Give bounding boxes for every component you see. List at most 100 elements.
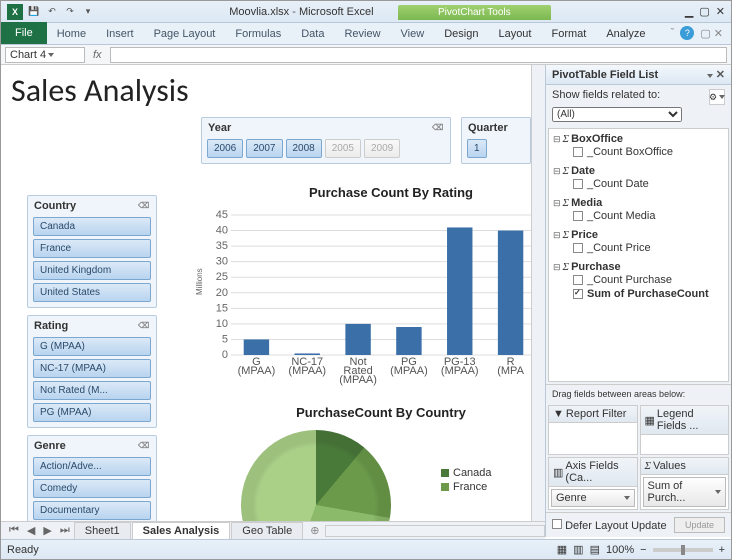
slicer-item[interactable]: 2005: [325, 139, 361, 158]
sheet-nav-next-icon[interactable]: ▶: [39, 524, 55, 537]
redo-icon[interactable]: ↷: [63, 5, 77, 19]
slicer-item[interactable]: G (MPAA): [33, 337, 151, 356]
field-checkbox[interactable]: [573, 243, 583, 253]
zone-values[interactable]: ΣValues Sum of Purch...: [640, 457, 730, 510]
zone-legend-fields[interactable]: ▦Legend Fields ...: [640, 405, 730, 455]
slicer-item[interactable]: 1: [467, 139, 487, 158]
clear-filter-icon[interactable]: ⌫: [432, 123, 444, 133]
zone-report-filter[interactable]: ▼Report Filter: [548, 405, 638, 455]
tab-insert[interactable]: Insert: [96, 24, 144, 44]
pane-close-icon[interactable]: ✕: [716, 69, 725, 81]
save-icon[interactable]: 💾: [27, 5, 41, 19]
name-box[interactable]: Chart 4: [5, 47, 85, 63]
field-group[interactable]: Σ Price: [553, 229, 724, 241]
values-field-item[interactable]: Sum of Purch...: [643, 477, 727, 507]
tab-home[interactable]: Home: [47, 24, 96, 44]
sheet-tab-sales-analysis[interactable]: Sales Analysis: [132, 522, 231, 539]
sheet-tab-sheet1[interactable]: Sheet1: [74, 522, 131, 539]
slicer-item[interactable]: Canada: [33, 217, 151, 236]
field-group[interactable]: Σ Purchase: [553, 261, 724, 273]
zoom-in-icon[interactable]: +: [719, 544, 725, 556]
vertical-scrollbar[interactable]: [531, 65, 545, 537]
field-group[interactable]: Σ BoxOffice: [553, 133, 724, 145]
tab-analyze[interactable]: Analyze: [596, 24, 655, 44]
qat-more-icon[interactable]: ▾: [81, 5, 95, 19]
view-page-break-icon[interactable]: ▤: [590, 543, 600, 556]
tab-review[interactable]: Review: [334, 24, 390, 44]
tab-data[interactable]: Data: [291, 24, 334, 44]
worksheet-area[interactable]: Sales Analysis Year⌫ 2006200720082005200…: [1, 65, 545, 537]
minimize-icon[interactable]: ▁: [685, 5, 693, 18]
field-item[interactable]: _Count BoxOffice: [573, 145, 724, 159]
slicer-item[interactable]: NC-17 (MPAA): [33, 359, 151, 378]
clear-filter-icon[interactable]: ⌫: [138, 201, 150, 211]
slicer-item[interactable]: 2008: [286, 139, 322, 158]
zone-axis-fields[interactable]: ▥Axis Fields (Ca... Genre: [548, 457, 638, 510]
zoom-out-icon[interactable]: −: [640, 544, 646, 556]
field-checkbox[interactable]: [573, 147, 583, 157]
slicer-rating[interactable]: Rating⌫ G (MPAA)NC-17 (MPAA)Not Rated (M…: [27, 315, 157, 428]
slicer-quarter[interactable]: Quarter 1: [461, 117, 531, 164]
field-checkbox[interactable]: [573, 275, 583, 285]
slicer-item[interactable]: Action/Adve...: [33, 457, 151, 476]
field-item[interactable]: _Count Price: [573, 241, 724, 255]
slicer-item[interactable]: Not Rated (M...: [33, 381, 151, 400]
slicer-item[interactable]: United Kingdom: [33, 261, 151, 280]
zoom-slider[interactable]: [653, 548, 713, 552]
file-tab[interactable]: File: [1, 22, 47, 44]
minimize-ribbon-icon[interactable]: ˇ: [671, 27, 675, 39]
pane-menu-icon[interactable]: [707, 74, 713, 78]
field-item[interactable]: Sum of PurchaseCount: [573, 287, 724, 301]
tab-page-layout[interactable]: Page Layout: [144, 24, 226, 44]
field-checkbox[interactable]: [573, 211, 583, 221]
gear-icon[interactable]: ⚙: [709, 89, 725, 105]
sheet-nav-prev-icon[interactable]: ◀: [23, 524, 39, 537]
field-group[interactable]: Σ Media: [553, 197, 724, 209]
field-checkbox[interactable]: [573, 179, 583, 189]
horizontal-scrollbar[interactable]: [325, 525, 545, 537]
field-item[interactable]: _Count Purchase: [573, 273, 724, 287]
field-item[interactable]: _Count Date: [573, 177, 724, 191]
field-tree[interactable]: Σ BoxOffice_Count BoxOfficeΣ Date_Count …: [548, 128, 729, 382]
slicer-item[interactable]: United States: [33, 283, 151, 302]
slicer-item[interactable]: 2006: [207, 139, 243, 158]
show-fields-select[interactable]: (All): [552, 107, 682, 122]
fx-icon[interactable]: fx: [89, 49, 106, 61]
window-controls-icon[interactable]: ▢ ✕: [700, 27, 723, 40]
field-item[interactable]: _Count Media: [573, 209, 724, 223]
slicer-country[interactable]: Country⌫ CanadaFranceUnited KingdomUnite…: [27, 195, 157, 308]
slicer-item[interactable]: Documentary: [33, 501, 151, 520]
clear-filter-icon[interactable]: ⌫: [138, 321, 150, 331]
sheet-nav-first-icon[interactable]: ⏮: [5, 524, 23, 537]
slicer-item[interactable]: Comedy: [33, 479, 151, 498]
tab-format[interactable]: Format: [541, 24, 596, 44]
clear-filter-icon[interactable]: ⌫: [138, 441, 150, 451]
tab-design[interactable]: Design: [434, 24, 488, 44]
update-button[interactable]: Update: [674, 517, 725, 533]
sheet-tab-geo-table[interactable]: Geo Table: [231, 522, 303, 539]
tab-view[interactable]: View: [391, 24, 435, 44]
slicer-genre[interactable]: Genre⌫ Action/Adve...ComedyDocumentaryDr…: [27, 435, 157, 535]
formula-bar[interactable]: [110, 47, 727, 63]
field-checkbox[interactable]: [573, 289, 583, 299]
tab-formulas[interactable]: Formulas: [225, 24, 291, 44]
slicer-item[interactable]: France: [33, 239, 151, 258]
slicer-item[interactable]: 2007: [246, 139, 282, 158]
zoom-level[interactable]: 100%: [606, 544, 634, 556]
sheet-nav-last-icon[interactable]: ⏭: [56, 524, 74, 537]
new-sheet-icon[interactable]: ⊕: [304, 524, 325, 537]
help-icon[interactable]: ?: [680, 26, 694, 40]
tab-layout[interactable]: Layout: [488, 24, 541, 44]
slicer-year[interactable]: Year⌫ 20062007200820052009: [201, 117, 451, 164]
axis-field-item[interactable]: Genre: [551, 489, 635, 507]
maximize-icon[interactable]: ▢: [699, 5, 709, 18]
undo-icon[interactable]: ↶: [45, 5, 59, 19]
view-page-layout-icon[interactable]: ▥: [573, 543, 583, 556]
defer-update-checkbox[interactable]: Defer Layout Update: [552, 519, 667, 532]
slicer-item[interactable]: PG (MPAA): [33, 403, 151, 422]
field-group[interactable]: Σ Date: [553, 165, 724, 177]
view-normal-icon[interactable]: ▦: [557, 543, 567, 556]
slicer-item[interactable]: 2009: [364, 139, 400, 158]
excel-icon[interactable]: X: [7, 4, 23, 20]
close-icon[interactable]: ✕: [716, 5, 725, 18]
